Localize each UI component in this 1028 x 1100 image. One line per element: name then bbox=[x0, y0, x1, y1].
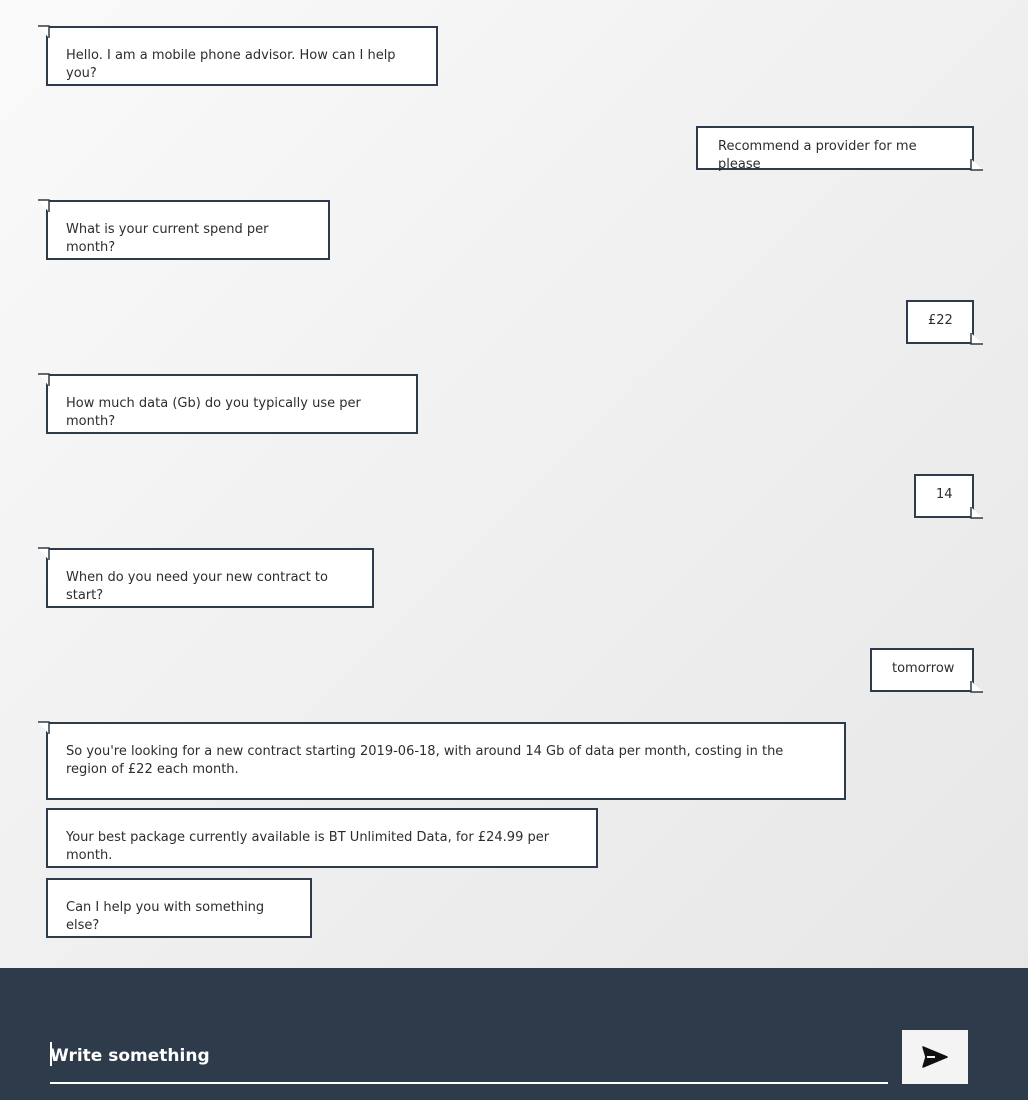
user-message-text: £22 bbox=[928, 313, 953, 328]
speech-tail-icon bbox=[970, 333, 983, 345]
bot-message-text: So you're looking for a new contract sta… bbox=[66, 744, 784, 777]
user-message: Recommend a provider for me please bbox=[696, 126, 983, 172]
bot-message: How much data (Gb) do you typically use … bbox=[38, 373, 418, 434]
bot-message: When do you need your new contract to st… bbox=[38, 547, 374, 608]
bot-message: Your best package currently available is… bbox=[46, 808, 598, 868]
speech-tail-icon bbox=[970, 681, 983, 693]
user-message-text: tomorrow bbox=[892, 661, 955, 676]
bot-message: What is your current spend per month? bbox=[38, 199, 330, 260]
user-message-text: 14 bbox=[936, 487, 953, 502]
user-message-text: Recommend a provider for me please bbox=[718, 139, 917, 172]
speech-tail-icon bbox=[38, 721, 50, 734]
send-icon bbox=[922, 1046, 948, 1068]
speech-tail-icon bbox=[38, 547, 50, 560]
speech-tail-icon bbox=[38, 25, 50, 38]
bot-message: Can I help you with something else? bbox=[46, 878, 312, 938]
speech-tail-icon bbox=[38, 199, 50, 212]
user-message: £22 bbox=[906, 300, 983, 345]
bot-message-text: When do you need your new contract to st… bbox=[66, 570, 328, 603]
speech-tail-icon bbox=[38, 373, 50, 386]
bot-message-text: Hello. I am a mobile phone advisor. How … bbox=[66, 48, 396, 81]
speech-tail-icon bbox=[970, 159, 983, 171]
chat-transcript: Hello. I am a mobile phone advisor. How … bbox=[0, 0, 1028, 968]
bot-message-text: How much data (Gb) do you typically use … bbox=[66, 396, 361, 429]
user-message: tomorrow bbox=[870, 648, 983, 693]
message-input-container bbox=[50, 1030, 888, 1084]
bot-message: So you're looking for a new contract sta… bbox=[38, 721, 846, 800]
speech-tail-icon bbox=[970, 507, 983, 519]
bot-message-text: Your best package currently available is… bbox=[66, 830, 550, 863]
send-button[interactable] bbox=[902, 1030, 968, 1084]
text-caret bbox=[50, 1042, 52, 1066]
user-message: 14 bbox=[914, 474, 983, 519]
bot-message-text: Can I help you with something else? bbox=[66, 900, 265, 933]
bot-message: Hello. I am a mobile phone advisor. How … bbox=[38, 25, 438, 86]
message-input[interactable] bbox=[50, 1040, 880, 1072]
bot-message-text: What is your current spend per month? bbox=[66, 222, 269, 255]
